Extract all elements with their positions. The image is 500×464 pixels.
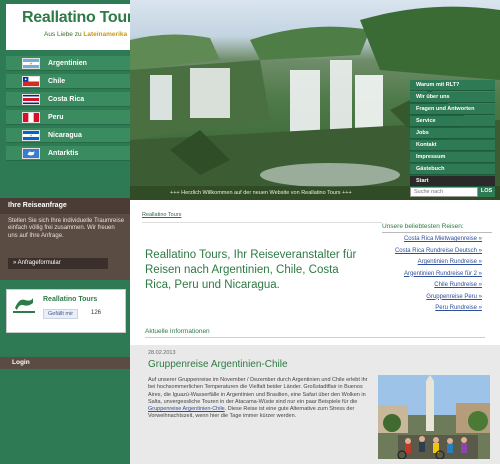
breadcrumb[interactable]: Reallatino Tours xyxy=(142,212,181,218)
news-heading: Aktuelle Informationen xyxy=(145,328,210,335)
popular-trips-divider xyxy=(382,232,492,233)
costa-rica-flag-icon xyxy=(22,93,40,105)
nav-item-wir-ueber-uns[interactable]: Wir über uns xyxy=(410,92,495,103)
search-button[interactable]: LOS xyxy=(478,187,495,197)
nav-item-kontakt[interactable]: Kontakt xyxy=(410,140,495,151)
country-label: Antarktis xyxy=(48,149,79,157)
country-item-peru[interactable]: Peru xyxy=(6,110,130,125)
popular-trip-link[interactable]: Peru Rundreise » xyxy=(380,303,482,315)
country-item-nicaragua[interactable]: Nicaragua xyxy=(6,128,130,143)
popular-trip-link[interactable]: Costa Rica Rundreise Deutsch » xyxy=(380,246,482,258)
group-photo-image xyxy=(378,375,490,459)
popular-trip-link[interactable]: Gruppenreise Peru » xyxy=(380,292,482,304)
country-item-costa-rica[interactable]: Costa Rica xyxy=(6,92,130,107)
country-label: Chile xyxy=(48,77,66,85)
page-headline: Reallatino Tours, Ihr Reiseveranstalter … xyxy=(145,249,357,291)
search-input[interactable] xyxy=(410,187,478,197)
brand-name: Reallatino Tours xyxy=(22,9,142,26)
country-label: Peru xyxy=(48,113,64,121)
reiseanfrage-heading: Ihre Reiseanfrage xyxy=(0,198,130,214)
peru-flag-icon xyxy=(22,111,40,123)
chile-flag-icon xyxy=(22,75,40,87)
facebook-like-button[interactable]: Gefällt mir xyxy=(43,309,79,319)
anfrageformular-button[interactable]: » Anfrageformular xyxy=(8,258,108,269)
brand-tagline: Aus Liebe zu Lateinamerika xyxy=(44,31,128,38)
popular-trip-link[interactable]: Argentinien Rundreise für 2 » xyxy=(380,269,482,281)
argentina-flag-icon xyxy=(22,57,40,69)
nav-item-start[interactable]: Start xyxy=(410,176,495,187)
news-title[interactable]: Gruppenreise Argentinien-Chile xyxy=(148,359,288,370)
site-logo[interactable]: Reallatino Tours Aus Liebe zu Lateinamer… xyxy=(6,4,142,50)
popular-trip-link[interactable]: Costa Rica Mietwagenreise » xyxy=(380,234,482,246)
reiseanfrage-text: Stellen Sie sich Ihre individuelle Traum… xyxy=(8,218,125,239)
nav-item-jobs[interactable]: Jobs xyxy=(410,128,495,139)
nav-item-impressum[interactable]: Impressum xyxy=(410,152,495,163)
breadcrumb-divider xyxy=(142,222,382,223)
nav-item-faq[interactable]: Fragen und Antworten xyxy=(410,104,495,115)
country-item-argentinien[interactable]: Argentinien xyxy=(6,56,130,71)
news-body-link[interactable]: Gruppenreise Argentinien-Chile xyxy=(148,406,225,412)
facebook-widget: Reallatino Tours Gefällt mir 126 xyxy=(6,289,126,333)
news-post: 28.02.2013 Gruppenreise Argentinien-Chil… xyxy=(130,345,500,464)
popular-trips-list: Costa Rica Mietwagenreise » Costa Rica R… xyxy=(380,234,482,315)
news-body: Auf unserer Gruppenreise im November / D… xyxy=(148,377,368,420)
popular-trips-title: Unsere beliebtesten Reisen: xyxy=(382,223,464,230)
login-link[interactable]: Login xyxy=(0,357,130,369)
reallatino-logo-icon xyxy=(13,298,35,313)
country-nav: Argentinien Chile Costa Rica Peru Nicara… xyxy=(6,56,130,164)
facebook-page-name: Reallatino Tours xyxy=(43,296,98,303)
popular-trip-link[interactable]: Argentinien Rundreise » xyxy=(380,257,482,269)
news-date: 28.02.2013 xyxy=(148,350,176,356)
antarctica-flag-icon xyxy=(22,147,40,159)
country-item-antarktis[interactable]: Antarktis xyxy=(6,146,130,161)
country-item-chile[interactable]: Chile xyxy=(6,74,130,89)
nav-item-warum[interactable]: Warum mit RLT? xyxy=(410,80,495,91)
country-label: Nicaragua xyxy=(48,131,82,139)
facebook-like-count: 126 xyxy=(91,310,102,316)
country-label: Argentinien xyxy=(48,59,87,67)
left-sidebar: Reallatino Tours Aus Liebe zu Lateinamer… xyxy=(0,0,142,464)
popular-trip-link[interactable]: Chile Rundreise » xyxy=(380,280,482,292)
nav-item-service[interactable]: Service xyxy=(410,116,495,127)
right-nav: Warum mit RLT? Wir über uns Fragen und A… xyxy=(410,80,495,188)
nicaragua-flag-icon xyxy=(22,129,40,141)
country-label: Costa Rica xyxy=(48,95,85,103)
main-content: Reallatino Tours Reallatino Tours, Ihr R… xyxy=(130,200,500,464)
nav-item-gaestebuch[interactable]: Gästebuch xyxy=(410,164,495,175)
news-divider xyxy=(145,337,485,338)
reiseanfrage-box: Ihre Reiseanfrage Stellen Sie sich Ihre … xyxy=(0,198,130,280)
